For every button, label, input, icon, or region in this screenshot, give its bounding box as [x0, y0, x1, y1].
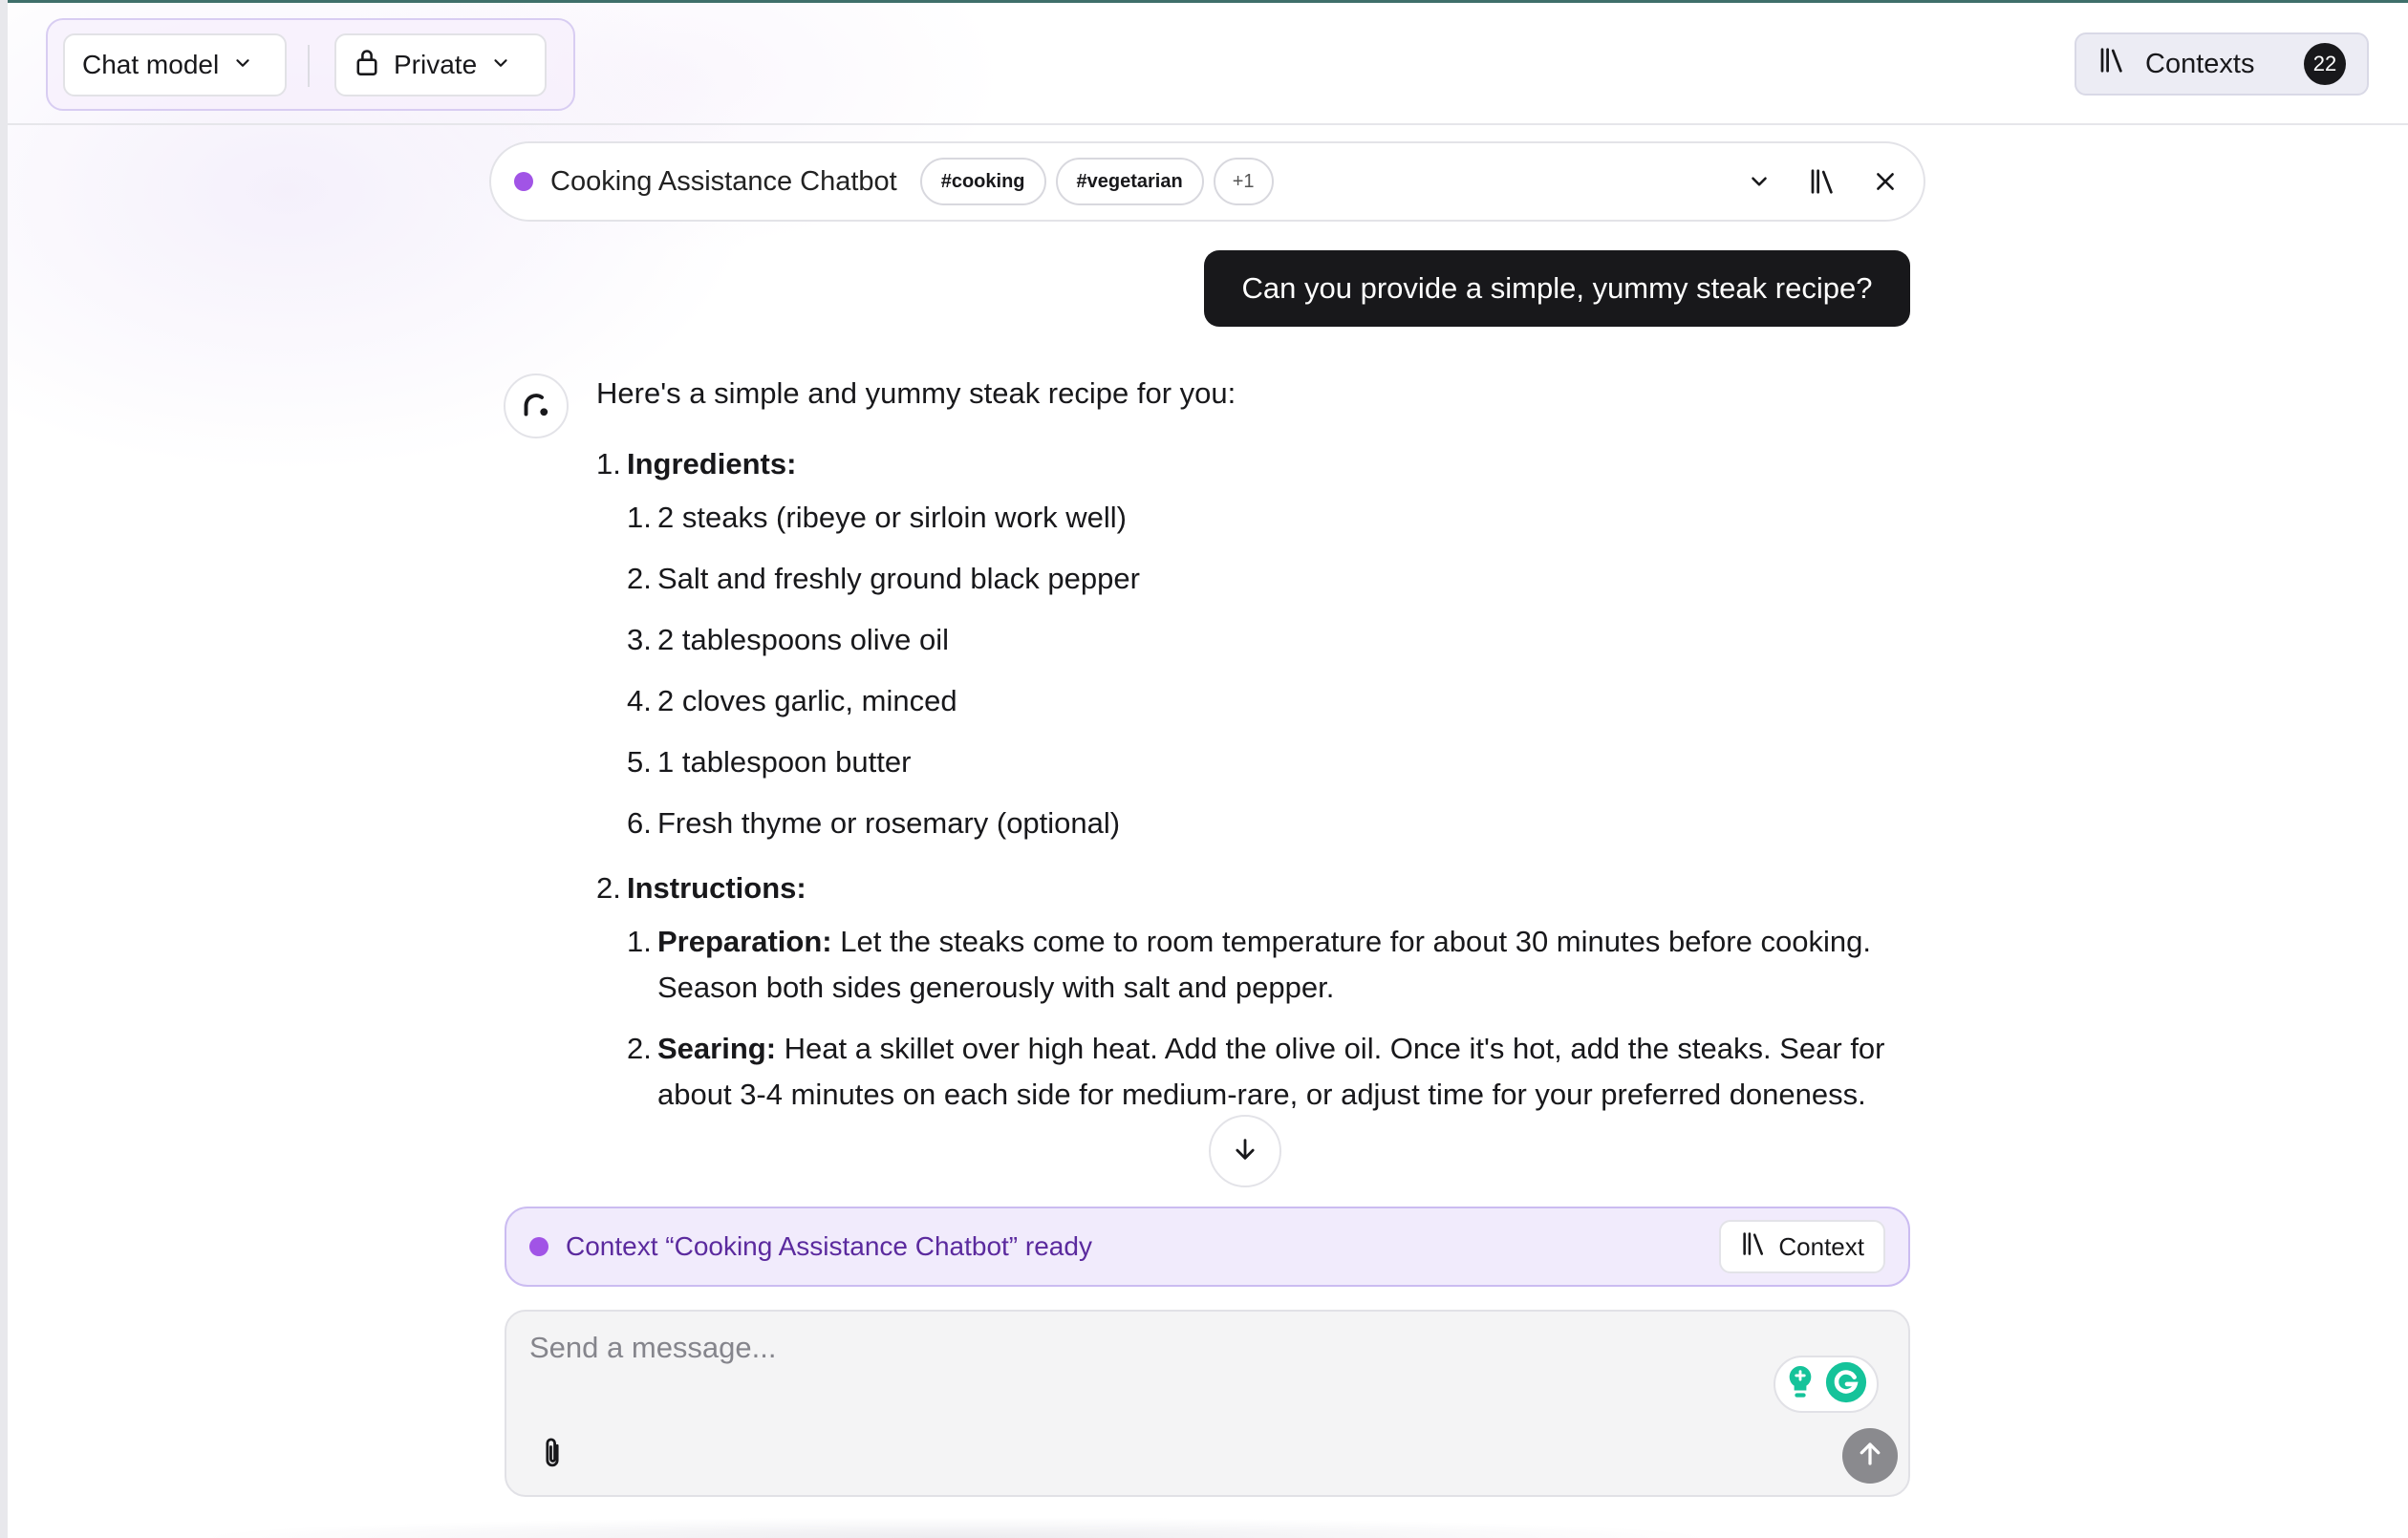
- instructions-section: 2. Instructions: 1. Preparation: Let the…: [596, 865, 1915, 1118]
- recipe-sections: 1. Ingredients: 1. 2 steaks (ribeye or si…: [596, 441, 1915, 1118]
- list-item: 6. Fresh thyme or rosemary (optional): [627, 801, 1915, 846]
- chevron-down-icon: [490, 50, 511, 80]
- item-text: 1 tablespoon butter: [657, 745, 912, 779]
- message-composer: [505, 1310, 1910, 1497]
- arrow-up-icon: [1856, 1440, 1884, 1473]
- item-text: 2 cloves garlic, minced: [657, 684, 957, 717]
- item-text: Salt and freshly ground black pepper: [657, 562, 1140, 595]
- step-text: Let the steaks come to room temperature …: [657, 925, 1871, 1004]
- item-number: 1.: [627, 925, 652, 958]
- active-context-bar: Cooking Assistance Chatbot #cooking #veg…: [489, 141, 1925, 222]
- assistant-logo-icon: [519, 387, 553, 426]
- list-item: 4. 2 cloves garlic, minced: [627, 678, 1915, 724]
- user-message-text: Can you provide a simple, yummy steak re…: [1241, 271, 1873, 305]
- visibility-label: Private: [394, 50, 478, 79]
- chat-model-label: Chat model: [82, 50, 220, 79]
- list-item: 1. 2 steaks (ribeye or sirloin work well): [627, 495, 1915, 541]
- library-icon: [2097, 46, 2126, 82]
- item-number: 6.: [627, 806, 652, 840]
- message-input[interactable]: [529, 1331, 1657, 1388]
- visibility-dropdown[interactable]: Private: [334, 33, 547, 96]
- section-number: 2.: [596, 871, 621, 905]
- list-item: 2. Searing: Heat a skillet over high hea…: [627, 1026, 1915, 1118]
- instructions-list: 1. Preparation: Let the steaks come to r…: [596, 919, 1915, 1118]
- item-text: 2 tablespoons olive oil: [657, 623, 950, 656]
- list-item: 1. Preparation: Let the steaks come to r…: [627, 919, 1915, 1011]
- tag-vegetarian[interactable]: #vegetarian: [1055, 158, 1204, 205]
- group-divider: [308, 45, 310, 87]
- context-button[interactable]: Context: [1719, 1220, 1885, 1273]
- close-icon[interactable]: [1870, 166, 1901, 197]
- step-title: Searing:: [657, 1032, 777, 1065]
- section-heading: Ingredients:: [627, 447, 797, 481]
- arrow-down-icon: [1232, 1136, 1258, 1167]
- item-number: 3.: [627, 623, 652, 656]
- lock-icon: [354, 48, 380, 83]
- model-settings-group: Chat model Private: [46, 18, 575, 111]
- item-text: Fresh thyme or rosemary (optional): [657, 806, 1121, 840]
- context-status-dot: [529, 1237, 548, 1256]
- context-ready-banner: Context “Cooking Assistance Chatbot” rea…: [505, 1207, 1910, 1287]
- assistant-intro: Here's a simple and yummy steak recipe f…: [596, 376, 1236, 410]
- list-item: 2. Salt and freshly ground black pepper: [627, 556, 1915, 602]
- assistant-message: Here's a simple and yummy steak recipe f…: [596, 371, 1915, 1137]
- grammarly-widget[interactable]: [1774, 1356, 1879, 1413]
- grammarly-icon: [1824, 1360, 1868, 1409]
- send-button[interactable]: [1842, 1428, 1898, 1484]
- step-text: Heat a skillet over high heat. Add the o…: [657, 1032, 1885, 1111]
- paperclip-icon: [539, 1436, 566, 1475]
- lightbulb-icon: [1784, 1363, 1817, 1406]
- attach-button[interactable]: [533, 1434, 571, 1476]
- item-number: 2.: [627, 562, 652, 595]
- library-icon: [1740, 1230, 1767, 1264]
- item-text: 2 steaks (ribeye or sirloin work well): [657, 501, 1127, 534]
- list-item: 3. 2 tablespoons olive oil: [627, 617, 1915, 663]
- contexts-count-badge: 22: [2304, 43, 2346, 85]
- context-ready-text: Context “Cooking Assistance Chatbot” rea…: [566, 1231, 1092, 1261]
- bottom-shadow: [191, 1517, 1720, 1538]
- chevron-down-icon: [232, 50, 253, 80]
- assistant-avatar: [504, 374, 569, 438]
- ingredients-section: 1. Ingredients: 1. 2 steaks (ribeye or si…: [596, 441, 1915, 846]
- library-icon[interactable]: [1807, 166, 1838, 197]
- more-tags-chip[interactable]: +1: [1213, 158, 1274, 205]
- item-content: Preparation: Let the steaks come to room…: [657, 919, 1915, 1011]
- contexts-label: Contexts: [2145, 48, 2255, 79]
- list-item: 5. 1 tablespoon butter: [627, 739, 1915, 785]
- item-number: 5.: [627, 745, 652, 779]
- step-title: Preparation:: [657, 925, 832, 958]
- item-number: 1.: [627, 501, 652, 534]
- user-message-bubble: Can you provide a simple, yummy steak re…: [1204, 250, 1910, 327]
- chevron-down-icon[interactable]: [1744, 166, 1774, 197]
- contexts-button[interactable]: Contexts 22: [2075, 32, 2369, 96]
- scroll-to-bottom-button[interactable]: [1209, 1115, 1281, 1187]
- item-number: 2.: [627, 1032, 652, 1065]
- tag-cooking[interactable]: #cooking: [919, 158, 1046, 205]
- chat-model-dropdown[interactable]: Chat model: [63, 33, 287, 96]
- item-number: 4.: [627, 684, 652, 717]
- window-left-edge: [0, 0, 8, 1538]
- item-content: Searing: Heat a skillet over high heat. …: [657, 1026, 1915, 1118]
- context-title: Cooking Assistance Chatbot: [550, 165, 897, 197]
- context-button-label: Context: [1778, 1231, 1864, 1261]
- section-number: 1.: [596, 447, 621, 481]
- top-header: Chat model Private Contexts 22: [8, 3, 2408, 125]
- section-heading: Instructions:: [627, 871, 806, 905]
- ingredients-list: 1. 2 steaks (ribeye or sirloin work well)…: [596, 495, 1915, 846]
- context-status-dot: [514, 172, 533, 191]
